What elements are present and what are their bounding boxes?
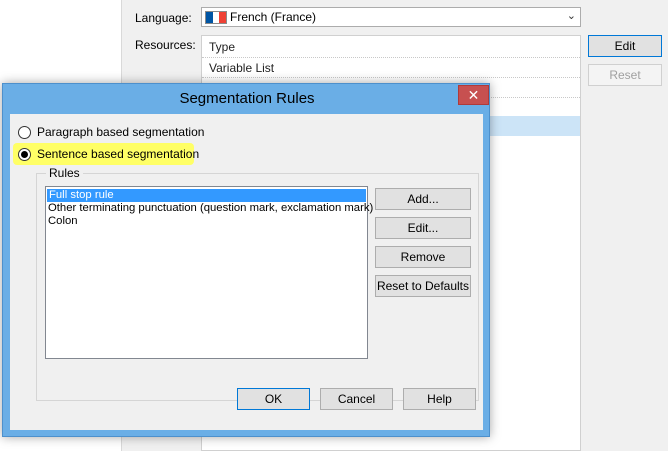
ok-button[interactable]: OK [237,388,310,410]
segmentation-rules-dialog: Segmentation Rules ✕ Paragraph based seg… [2,83,490,437]
cancel-button[interactable]: Cancel [320,388,393,410]
rule-item-selected[interactable]: Full stop rule [47,189,366,202]
resources-column-header[interactable]: Type [202,36,580,58]
rule-item[interactable]: Other terminating punctuation (question … [46,202,373,215]
rules-listbox[interactable]: Full stop rule Other terminating punctua… [45,186,373,359]
reset-to-defaults-button[interactable]: Reset to Defaults [375,275,471,297]
dialog-body: Paragraph based segmentation Sentence ba… [10,114,483,430]
add-rule-button[interactable]: Add... [375,188,471,210]
remove-rule-button[interactable]: Remove [375,246,471,268]
radio-checked-icon[interactable] [18,147,31,161]
edit-rule-button[interactable]: Edit... [375,217,471,239]
resources-edit-button[interactable]: Edit [588,35,662,57]
rules-group-label: Rules [46,166,83,180]
language-value: French (France) [230,10,317,24]
dialog-title: Segmentation Rules [179,90,315,107]
help-button[interactable]: Help [403,388,476,410]
paragraph-segmentation-label: Paragraph based segmentation [37,125,205,139]
radio-unchecked-icon[interactable] [18,125,31,139]
french-flag-icon [205,11,227,24]
sentence-segmentation-radio[interactable]: Sentence based segmentation [18,145,199,163]
sentence-segmentation-label: Sentence based segmentation [37,147,200,161]
language-dropdown[interactable]: French (France) ⌄ [201,7,581,27]
rule-item[interactable]: Colon [46,215,367,228]
language-label: Language: [135,11,192,25]
resources-reset-button[interactable]: Reset [588,64,662,86]
paragraph-segmentation-radio[interactable]: Paragraph based segmentation [18,123,204,141]
resources-label: Resources: [135,38,196,52]
resources-list-item[interactable]: Variable List [202,58,580,78]
chevron-down-icon: ⌄ [566,10,576,22]
close-icon[interactable]: ✕ [458,85,489,105]
